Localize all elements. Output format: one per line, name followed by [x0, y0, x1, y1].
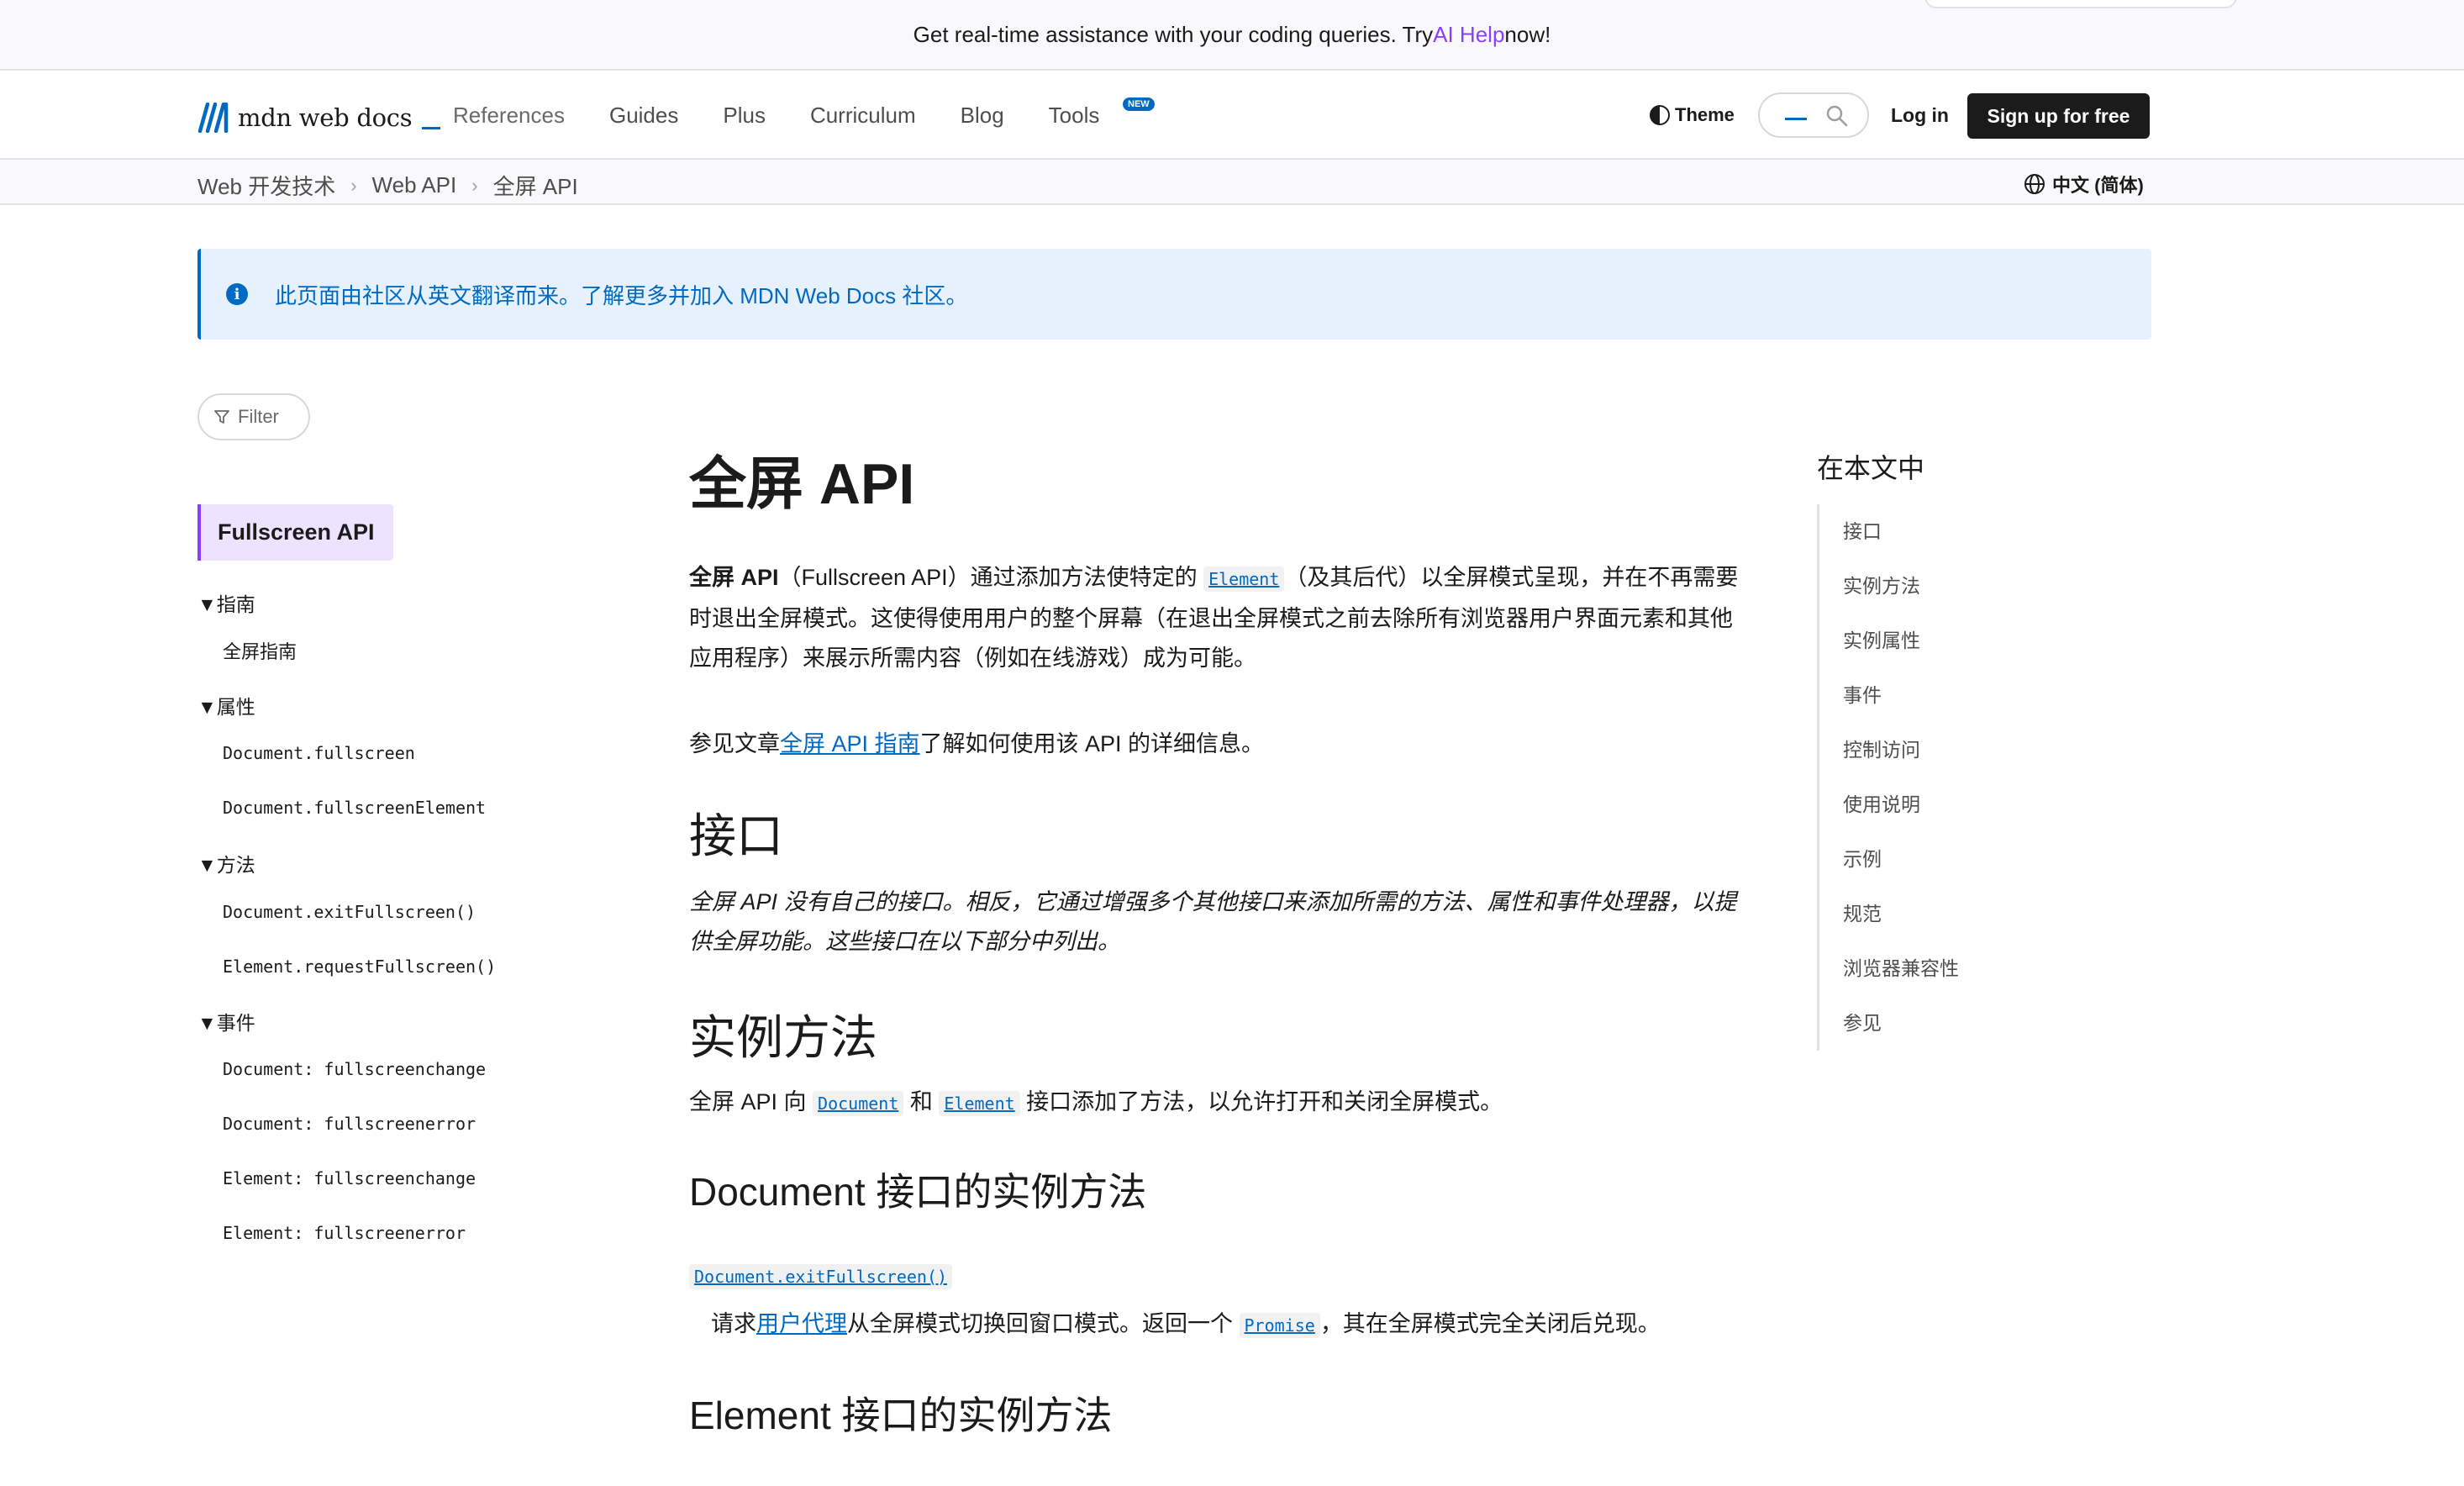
- sidebar-item-document-fullscreenchange[interactable]: Document: fullscreenchange: [223, 1059, 486, 1079]
- sidebar-group-guides[interactable]: ▼指南: [197, 588, 255, 617]
- theme-contrast-icon: [1650, 105, 1670, 125]
- intro-bold: 全屏 API: [689, 565, 779, 590]
- nav-blog[interactable]: Blog: [961, 103, 1004, 129]
- exit-desc-text-1: 请求: [711, 1311, 756, 1336]
- exit-fullscreen-description: 请求用户代理从全屏模式切换回窗口模式。返回一个 Promise ，其在全屏模式完全…: [711, 1304, 1748, 1346]
- filter-icon: [214, 410, 229, 424]
- sidebar-item-element-fullscreenerror[interactable]: Element: fullscreenerror: [223, 1223, 466, 1243]
- nav-tools[interactable]: Tools: [1049, 103, 1100, 129]
- toc-item-access-control[interactable]: 控制访问: [1843, 723, 1959, 777]
- nav-curriculum[interactable]: Curriculum: [810, 103, 916, 129]
- methods-text-3: 接口添加了方法，以允许打开和关闭全屏模式。: [1019, 1089, 1503, 1114]
- intro-paragraph: 全屏 API（Fullscreen API）通过添加方法使特定的 Element…: [689, 558, 1748, 678]
- user-agent-link[interactable]: 用户代理: [756, 1311, 847, 1336]
- notice-text[interactable]: 此页面由社区从英文翻译而来。了解更多并加入 MDN Web Docs 社区。: [275, 279, 967, 310]
- element-code-link-2[interactable]: Element: [939, 1091, 1020, 1116]
- tools-new-badge: NEW: [1123, 97, 1155, 111]
- sidebar-item-exitfullscreen[interactable]: Document.exitFullscreen(): [223, 902, 476, 922]
- breadcrumb-web-tech[interactable]: Web 开发技术: [197, 170, 335, 201]
- chevron-right-icon: ›: [350, 174, 357, 196]
- sidebar-item-document-fullscreenelement[interactable]: Document.fullscreenElement: [223, 798, 486, 818]
- search-icon: [1826, 105, 1848, 127]
- ai-help-link[interactable]: AI Help: [1433, 22, 1504, 48]
- globe-icon: [2024, 174, 2045, 194]
- toc-item-browser-compat[interactable]: 浏览器兼容性: [1843, 941, 1959, 996]
- toc-item-specifications[interactable]: 规范: [1843, 887, 1959, 941]
- document-code-link[interactable]: Document: [813, 1091, 904, 1116]
- toc-item-instance-methods[interactable]: 实例方法: [1843, 559, 1959, 614]
- login-link[interactable]: Log in: [1891, 104, 1949, 127]
- sidebar-group-methods[interactable]: ▼方法: [197, 849, 255, 877]
- heading-document-methods: Document 接口的实例方法: [689, 1170, 1147, 1214]
- toc-item-instance-properties[interactable]: 实例属性: [1843, 614, 1959, 668]
- mdn-logo[interactable]: mdn web docs: [197, 103, 441, 133]
- heading-interfaces: 接口: [689, 809, 783, 862]
- breadcrumb-bar: Web 开发技术 › Web API › 全屏 API 中文 (简体): [0, 160, 2464, 205]
- exit-desc-text-2: 从全屏模式切换回窗口模式。返回一个: [847, 1311, 1240, 1336]
- fullscreen-guide-link[interactable]: 全屏 API 指南: [780, 731, 920, 756]
- toc-item-events[interactable]: 事件: [1843, 668, 1959, 723]
- toc-item-usage-notes[interactable]: 使用说明: [1843, 777, 1959, 832]
- nav-plus[interactable]: Plus: [723, 103, 766, 129]
- page-title: 全屏 API: [689, 452, 915, 516]
- exit-desc-text-3: ，其在全屏模式完全关闭后兑现。: [1319, 1311, 1661, 1336]
- table-of-contents: 接口 实例方法 实例属性 事件 控制访问 使用说明 示例 规范 浏览器兼容性 参…: [1817, 504, 1959, 1051]
- intro-text-1: （Fullscreen API）通过添加方法使特定的: [778, 565, 1204, 590]
- breadcrumb: Web 开发技术 › Web API › 全屏 API: [197, 170, 578, 201]
- sidebar-group-events[interactable]: ▼事件: [197, 1007, 255, 1035]
- exitfullscreen-code-link[interactable]: Document.exitFullscreen(): [689, 1264, 953, 1289]
- filter-label: Filter: [238, 406, 279, 427]
- toc-title: 在本文中: [1817, 453, 1925, 483]
- sidebar: Fullscreen API ▼指南 全屏指南 ▼属性 Document.ful…: [197, 504, 567, 1243]
- sidebar-group-properties[interactable]: ▼属性: [197, 691, 255, 719]
- signup-button[interactable]: Sign up for free: [1967, 93, 2150, 139]
- ai-help-banner: Get real-time assistance with your codin…: [0, 0, 2464, 71]
- interfaces-paragraph: 全屏 API 没有自己的接口。相反，它通过增强多个其他接口来添加所需的方法、属性…: [689, 889, 1737, 954]
- banner-suffix: now!: [1504, 21, 1551, 47]
- methods-text-2: 和: [903, 1089, 940, 1114]
- language-switcher[interactable]: 中文 (简体): [2024, 171, 2144, 198]
- sidebar-item-element-fullscreenchange[interactable]: Element: fullscreenchange: [223, 1168, 476, 1188]
- promise-code-link[interactable]: Promise: [1239, 1313, 1320, 1338]
- exit-fullscreen-term: Document.exitFullscreen(): [689, 1256, 1748, 1297]
- breadcrumb-web-api[interactable]: Web API: [372, 172, 457, 198]
- logo-text: mdn web docs: [238, 103, 413, 132]
- main-nav: References Guides Plus Curriculum Blog T…: [453, 103, 1099, 129]
- sidebar-item-requestfullscreen[interactable]: Element.requestFullscreen(): [223, 956, 496, 977]
- toc-item-see-also[interactable]: 参见: [1843, 996, 1959, 1051]
- see-also-paragraph: 参见文章全屏 API 指南了解如何使用该 API 的详细信息。: [689, 725, 1748, 764]
- chevron-right-icon: ›: [471, 174, 478, 196]
- methods-paragraph: 全屏 API 向 Document 和 Element 接口添加了方法，以允许打…: [689, 1083, 1748, 1124]
- toc-item-examples[interactable]: 示例: [1843, 832, 1959, 887]
- theme-label: Theme: [1675, 104, 1735, 125]
- nav-guides[interactable]: Guides: [609, 103, 678, 129]
- toc-item-interfaces[interactable]: 接口: [1843, 504, 1959, 559]
- sidebar-current-page[interactable]: Fullscreen API: [197, 504, 393, 561]
- mdn-logo-icon: [197, 103, 229, 133]
- logo-cursor: [422, 127, 441, 129]
- see-also-text-1: 参见文章: [689, 731, 780, 756]
- see-also-text-2: 了解如何使用该 API 的详细信息。: [919, 731, 1265, 756]
- sidebar-filter-button[interactable]: Filter: [197, 393, 310, 440]
- search-input[interactable]: [1758, 92, 1869, 138]
- banner-decoration: [1924, 0, 2237, 8]
- banner-text: Get real-time assistance with your codin…: [913, 21, 1434, 47]
- heading-element-methods: Element 接口的实例方法: [689, 1394, 1113, 1437]
- heading-instance-methods: 实例方法: [689, 1011, 877, 1064]
- sidebar-item-document-fullscreen[interactable]: Document.fullscreen: [223, 743, 415, 763]
- sidebar-item-document-fullscreenerror[interactable]: Document: fullscreenerror: [223, 1114, 476, 1134]
- theme-button[interactable]: Theme: [1650, 104, 1735, 126]
- info-icon: i: [226, 283, 248, 305]
- element-code-link[interactable]: Element: [1203, 566, 1285, 592]
- methods-text-1: 全屏 API 向: [689, 1089, 813, 1114]
- search-caret: [1785, 118, 1807, 120]
- nav-references[interactable]: References: [453, 103, 565, 129]
- breadcrumb-fullscreen-api[interactable]: 全屏 API: [493, 170, 578, 201]
- sidebar-item-fullscreen-guide[interactable]: 全屏指南: [223, 637, 297, 664]
- language-label: 中文 (简体): [2052, 175, 2144, 196]
- translation-notice: i 此页面由社区从英文翻译而来。了解更多并加入 MDN Web Docs 社区。: [197, 249, 2151, 340]
